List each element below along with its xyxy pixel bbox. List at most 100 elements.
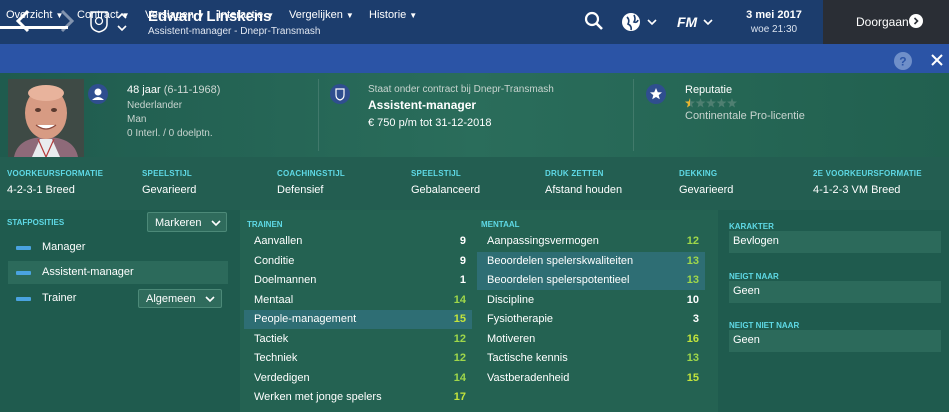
- tab-label: Interactie: [218, 9, 264, 21]
- tab-label: Overzicht: [6, 9, 53, 21]
- tab-bar: [0, 44, 949, 73]
- coaching-licence: Continentale Pro-licentie: [685, 110, 805, 122]
- coach-category-dropdown[interactable]: Algemeen: [138, 289, 222, 308]
- game-date: 3 mei 2017 woe 21:30: [726, 0, 822, 44]
- playing-style-value: Gevarieerd: [142, 184, 197, 196]
- tends-not-box: Geen: [729, 330, 941, 352]
- tab-verslagen[interactable]: Verslagen ▼: [145, 9, 205, 21]
- nationality[interactable]: Nederlander: [127, 100, 182, 111]
- attribute-row[interactable]: Fysiotherapie 3: [477, 310, 705, 329]
- playing-style-2-heading: SPEELSTIJL: [411, 169, 462, 178]
- svg-text:?: ?: [899, 55, 906, 69]
- fm-menu-icon[interactable]: FM: [677, 11, 717, 33]
- attribute-row[interactable]: Tactische kennis 13: [477, 349, 705, 368]
- staff-position-label: Trainer: [42, 292, 77, 304]
- tends-to-value: Geen: [733, 285, 760, 297]
- attribute-name: Mentaal: [254, 293, 294, 306]
- attribute-value: 13: [686, 254, 699, 267]
- chevron-down-icon: [211, 220, 221, 227]
- age-value: 48 jaar: [127, 84, 161, 96]
- contract-role: Assistent-manager: [368, 98, 477, 112]
- attribute-row[interactable]: Motiveren 16: [477, 330, 705, 349]
- pressing-value: Afstand houden: [545, 184, 623, 196]
- attribute-row[interactable]: Vastberadenheid 15: [477, 369, 705, 388]
- chevron-down-icon: ▼: [345, 11, 354, 20]
- mark-dropdown-label: Markeren: [155, 217, 202, 229]
- tab-contract[interactable]: Contract ▼: [77, 9, 130, 21]
- tab-historie[interactable]: Historie ▼: [369, 9, 417, 21]
- tab-overzicht[interactable]: Overzicht ▼: [6, 9, 63, 21]
- attribute-value: 3: [692, 313, 699, 325]
- character-value: Bevlogen: [733, 235, 779, 247]
- character-heading: KARAKTER: [729, 222, 774, 231]
- staff-positions-heading: STAFPOSITIES: [7, 218, 65, 227]
- reputation-title: Reputatie: [685, 84, 733, 96]
- person-subtitle[interactable]: Assistent-manager - Dnepr-Transmash: [148, 26, 320, 37]
- gender: Man: [127, 114, 147, 125]
- globe-menu-icon[interactable]: [621, 11, 659, 33]
- tab-label: Verslagen: [145, 9, 194, 21]
- continue-button[interactable]: Doorgaan: [823, 0, 949, 44]
- staff-position-row[interactable]: Assistent-manager: [8, 261, 228, 284]
- attribute-name: People-management: [254, 313, 357, 325]
- tends-not-value: Geen: [733, 334, 760, 346]
- attribute-value: 12: [453, 332, 466, 345]
- second-formation-heading: 2E VOORKEURSFORMATIE: [813, 169, 922, 178]
- attribute-name: Conditie: [254, 254, 295, 267]
- attribute-name: Tactiek: [254, 332, 289, 345]
- marking-heading: DEKKING: [679, 169, 718, 178]
- contract-heading[interactable]: Staat onder contract bij Dnepr-Transmash: [368, 84, 554, 95]
- attribute-name: Motiveren: [487, 332, 536, 345]
- tab-vergelijken[interactable]: Vergelijken ▼: [289, 9, 354, 21]
- attribute-name: Aanvallen: [254, 235, 303, 247]
- attribute-row[interactable]: Mentaal 14: [244, 291, 472, 310]
- mental-heading: MENTAAL: [481, 220, 520, 229]
- attribute-row[interactable]: Beoordelen spelerskwaliteiten 13: [477, 251, 705, 271]
- attribute-name: Beoordelen spelerskwaliteiten: [487, 254, 634, 267]
- attribute-value: 15: [453, 313, 466, 325]
- attribute-row[interactable]: Conditie 9: [244, 252, 472, 271]
- tends-to-heading: NEIGT NAAR: [729, 272, 779, 281]
- preferred-formation-heading: VOORKEURSFORMATIE: [7, 169, 104, 178]
- tab-interactie[interactable]: Interactie ▼: [218, 9, 274, 21]
- attribute-row[interactable]: Tactiek 12: [244, 330, 472, 349]
- attribute-name: Techniek: [254, 352, 298, 364]
- attribute-name: Vastberadenheid: [487, 371, 570, 384]
- contract-salary: € 750 p/m tot 31-12-2018: [368, 117, 492, 129]
- attribute-row[interactable]: Doelmannen 1: [244, 271, 472, 290]
- attribute-row[interactable]: Verdedigen 14: [244, 369, 472, 388]
- attribute-row[interactable]: People-management 15: [244, 310, 472, 329]
- chevron-down-icon: [205, 296, 215, 303]
- second-formation-value: 4-1-2-3 VM Breed: [813, 184, 901, 196]
- chevron-down-icon: ▼: [196, 11, 205, 20]
- training-heading: TRAINEN: [247, 220, 283, 229]
- attribute-name: Doelmannen: [254, 274, 317, 286]
- attribute-value: 12: [453, 352, 466, 364]
- position-marker: [16, 246, 31, 250]
- continue-arrow-icon: [909, 14, 923, 28]
- help-icon[interactable]: ?: [894, 52, 912, 70]
- attribute-value: 16: [686, 332, 699, 345]
- chevron-down-icon: ▼: [55, 11, 64, 20]
- coach-category-label: Algemeen: [146, 293, 196, 305]
- attribute-value: 17: [453, 391, 466, 403]
- staff-position-row[interactable]: Manager: [8, 236, 228, 259]
- person-icon: [88, 84, 108, 104]
- attribute-row[interactable]: Werken met jonge spelers 17: [244, 388, 472, 407]
- continue-label: Doorgaan: [856, 15, 909, 29]
- coaching-style-heading: COACHINGSTIJL: [277, 169, 345, 178]
- attribute-row[interactable]: Discipline 10: [477, 291, 705, 310]
- pressing-heading: DRUK ZETTEN: [545, 169, 604, 178]
- search-icon[interactable]: [584, 11, 604, 31]
- mark-dropdown[interactable]: Markeren: [147, 212, 227, 232]
- fm-logo-text: FM: [677, 14, 698, 30]
- attribute-row[interactable]: Aanpassingsvermogen 12: [477, 232, 705, 251]
- close-icon[interactable]: [930, 53, 944, 67]
- position-marker: [16, 297, 31, 301]
- attribute-row[interactable]: Aanvallen 9: [244, 232, 472, 251]
- attribute-name: Aanpassingsvermogen: [487, 235, 599, 247]
- staff-position-label: Manager: [42, 241, 86, 253]
- character-box: Bevlogen: [729, 231, 941, 253]
- attribute-row[interactable]: Techniek 12: [244, 349, 472, 368]
- attribute-row[interactable]: Beoordelen spelerspotentieel 13: [477, 271, 705, 290]
